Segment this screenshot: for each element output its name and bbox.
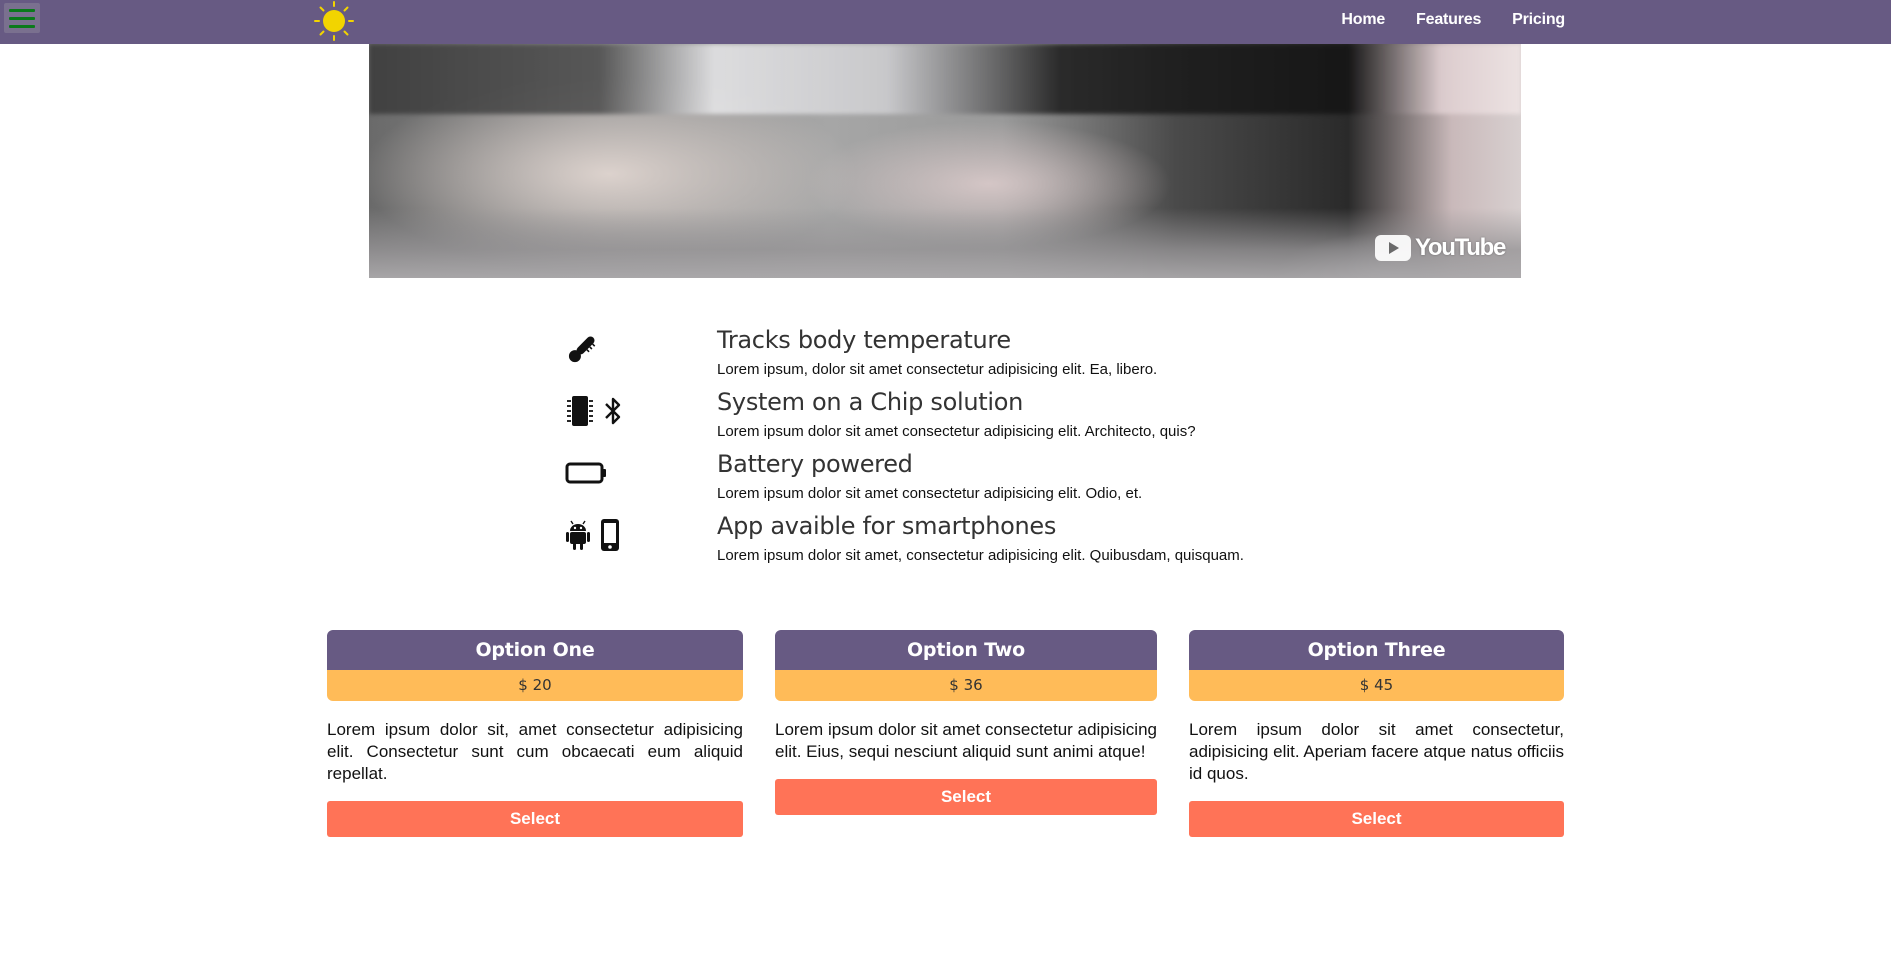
bluetooth-icon — [603, 395, 623, 432]
feature-description: Lorem ipsum dolor sit amet consectetur a… — [717, 485, 1143, 502]
feature-item: System on a Chip solution Lorem ipsum do… — [565, 388, 1365, 448]
thermometer-icon — [565, 332, 599, 371]
play-icon — [1375, 235, 1411, 261]
plan-description: Lorem ipsum dolor sit amet consectetur a… — [775, 720, 1157, 761]
plan-name: Option Three — [1189, 630, 1564, 670]
android-icon — [565, 518, 591, 557]
plan-description: Lorem ipsum dolor sit, amet consectetur … — [327, 720, 743, 783]
select-button[interactable]: Select — [327, 801, 743, 837]
youtube-logo[interactable]: YouTube — [1375, 234, 1506, 262]
feature-description: Lorem ipsum, dolor sit amet consectetur … — [717, 361, 1158, 378]
youtube-wordmark: YouTube — [1415, 234, 1506, 261]
feature-title: Battery powered — [717, 450, 913, 478]
pricing-card-option-one: Option One $ 20 Lorem ipsum dolor sit, a… — [327, 630, 743, 837]
video-foreground — [369, 208, 1521, 278]
plan-price: $ 36 — [775, 670, 1157, 701]
main-nav: Home Features Pricing — [1341, 11, 1565, 29]
battery-icon — [565, 456, 607, 495]
select-button[interactable]: Select — [1189, 801, 1564, 837]
feature-item: App avaible for smartphones Lorem ipsum … — [565, 512, 1365, 572]
menu-line — [9, 16, 35, 20]
feature-title: System on a Chip solution — [717, 388, 1024, 416]
plan-price: $ 45 — [1189, 670, 1564, 701]
smartphone-icon — [599, 518, 621, 557]
video-background — [369, 44, 1521, 114]
top-navbar: Home Features Pricing — [0, 0, 1891, 44]
plan-price: $ 20 — [327, 670, 743, 701]
pricing-card-option-two: Option Two $ 36 Lorem ipsum dolor sit am… — [775, 630, 1157, 815]
feature-title: Tracks body temperature — [717, 326, 1011, 354]
menu-line — [9, 24, 35, 28]
pricing-card-option-three: Option Three $ 45 Lorem ipsum dolor sit … — [1189, 630, 1564, 837]
embedded-video-player[interactable]: YouTube — [369, 44, 1521, 278]
feature-description: Lorem ipsum dolor sit amet, consectetur … — [717, 547, 1244, 564]
hamburger-menu-button[interactable] — [4, 3, 40, 33]
feature-description: Lorem ipsum dolor sit amet consectetur a… — [717, 423, 1196, 440]
feature-item: Battery powered Lorem ipsum dolor sit am… — [565, 450, 1365, 510]
nav-link-pricing[interactable]: Pricing — [1512, 11, 1565, 29]
microchip-icon — [565, 394, 595, 433]
nav-link-features[interactable]: Features — [1416, 11, 1481, 29]
plan-description: Lorem ipsum dolor sit amet consectetur, … — [1189, 720, 1564, 783]
plan-name: Option Two — [775, 630, 1157, 670]
nav-link-home[interactable]: Home — [1341, 11, 1385, 29]
menu-line — [9, 8, 35, 12]
select-button[interactable]: Select — [775, 779, 1157, 815]
plan-name: Option One — [327, 630, 743, 670]
feature-title: App avaible for smartphones — [717, 512, 1057, 540]
sun-logo-icon[interactable] — [311, 0, 357, 42]
feature-item: Tracks body temperature Lorem ipsum, dol… — [565, 326, 1365, 386]
